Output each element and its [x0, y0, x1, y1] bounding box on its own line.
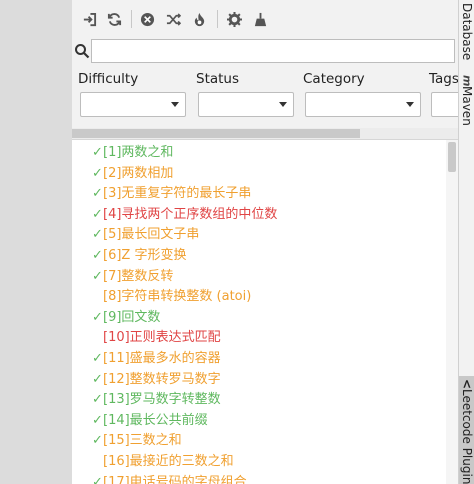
horizontal-scrollbar-thumb[interactable]: [72, 129, 360, 138]
list-item[interactable]: [16]最接近的三数之和: [92, 452, 234, 472]
tab-leetcode[interactable]: < Leetcode Plugin: [459, 376, 474, 484]
chevron-down-icon: [279, 102, 287, 107]
problem-title: [13]罗马数字转整数: [103, 392, 221, 408]
horizontal-scrollbar[interactable]: [72, 128, 458, 139]
problem-title: [11]盛最多水的容器: [103, 351, 221, 366]
problem-list: ✓[1]两数之和 ✓[2]两数相加 ✓[3]无重复字符的最长子串 ✓[4]寻找两个正序…: [72, 140, 444, 484]
check-icon: ✓: [92, 392, 103, 408]
list-item[interactable]: ✓[3]无重复字符的最长子串: [92, 184, 251, 204]
problem-title: [12]整数转罗马数字: [103, 371, 221, 387]
fire-icon[interactable]: [188, 8, 210, 30]
toolbar: [72, 0, 458, 38]
shuffle-icon[interactable]: [162, 8, 184, 30]
list-item[interactable]: [10]正则表达式匹配: [92, 328, 221, 348]
chevron-icon: <: [460, 379, 474, 390]
check-icon: ✓: [92, 412, 103, 428]
check-icon: ✓: [92, 268, 103, 284]
check-icon: ✓: [92, 433, 103, 449]
problem-list-area: ✓[1]两数之和 ✓[2]两数相加 ✓[3]无重复字符的最长子串 ✓[4]寻找两个正序…: [72, 139, 458, 484]
tags-select[interactable]: [431, 92, 458, 117]
tool-window-strip: Database m Maven < Leetcode Plugin: [458, 0, 474, 484]
list-item[interactable]: ✓[12]整数转罗马数字: [92, 370, 221, 390]
check-icon: ✓: [92, 227, 103, 243]
list-item[interactable]: [8]字符串转换整数 (atoi): [92, 287, 251, 307]
category-label: Category: [303, 71, 365, 87]
search-icon: [74, 43, 90, 59]
leetcode-panel: Difficulty Status Category Tags ✓[1]两数之和…: [72, 0, 458, 484]
login-icon[interactable]: [78, 8, 100, 30]
list-item[interactable]: ✓[2]两数相加: [92, 164, 173, 184]
problem-title: [6]Z 字形变换: [103, 248, 187, 263]
tab-maven[interactable]: m Maven: [459, 72, 474, 132]
problem-title: [3]无重复字符的最长子串: [103, 186, 252, 202]
check-icon: ✓: [92, 474, 103, 484]
tab-leetcode-label: Leetcode Plugin: [460, 389, 474, 484]
status-label: Status: [196, 71, 240, 87]
list-item[interactable]: ✓[11]盛最多水的容器: [92, 349, 221, 369]
list-item[interactable]: ✓[5]最长回文子串: [92, 225, 199, 245]
difficulty-label: Difficulty: [78, 71, 139, 87]
check-icon: ✓: [92, 248, 103, 263]
problem-title: [10]正则表达式匹配: [103, 330, 221, 346]
check-icon: ✓: [92, 371, 103, 387]
problem-title: [5]最长回文子串: [103, 227, 200, 243]
list-item[interactable]: ✓[1]两数之和: [92, 143, 173, 163]
problem-title: [16]最接近的三数之和: [103, 454, 234, 469]
list-item[interactable]: ✓[15]三数之和: [92, 431, 182, 451]
refresh-icon[interactable]: [103, 8, 125, 30]
problem-title: [8]字符串转换整数 (atoi): [103, 289, 252, 305]
problem-title: [9]回文数: [103, 309, 161, 325]
tab-maven-label: Maven: [460, 86, 474, 127]
check-icon: ✓: [92, 165, 103, 181]
maven-icon: m: [460, 75, 474, 87]
check-icon: ✓: [92, 309, 103, 325]
list-item[interactable]: ✓[13]罗马数字转整数: [92, 390, 221, 410]
chevron-down-icon: [171, 102, 179, 107]
status-select[interactable]: [198, 92, 294, 117]
list-item[interactable]: ✓[4]寻找两个正序数组的中位数: [92, 205, 277, 225]
problem-title: [7]整数反转: [103, 268, 174, 284]
tags-label: Tags: [429, 71, 458, 87]
problem-title: [2]两数相加: [103, 165, 174, 181]
list-item[interactable]: ✓[7]整数反转: [92, 267, 173, 287]
category-select[interactable]: [305, 92, 421, 117]
difficulty-select[interactable]: [80, 92, 186, 117]
broom-icon[interactable]: [249, 8, 271, 30]
problem-title: [15]三数之和: [103, 433, 182, 449]
vertical-scrollbar[interactable]: [446, 140, 458, 484]
tab-database-label: Database: [460, 3, 474, 61]
search-input[interactable]: [91, 39, 455, 63]
list-item[interactable]: ✓[14]最长公共前缀: [92, 411, 208, 431]
problem-title: [17]电话号码的字母组合: [103, 474, 247, 484]
clear-icon[interactable]: [136, 8, 158, 30]
tab-database[interactable]: Database: [459, 0, 474, 60]
editor-gutter: [0, 0, 72, 484]
vertical-scrollbar-thumb[interactable]: [448, 142, 456, 172]
problem-title: [4]寻找两个正序数组的中位数: [103, 206, 278, 222]
check-icon: ✓: [92, 186, 103, 202]
search-row: [72, 38, 458, 66]
problem-title: [14]最长公共前缀: [103, 412, 208, 428]
problem-title: [1]两数之和: [103, 145, 174, 160]
check-icon: ✓: [92, 145, 103, 160]
list-item[interactable]: ✓[9]回文数: [92, 308, 160, 328]
toolbar-separator: [131, 10, 132, 28]
chevron-down-icon: [406, 102, 414, 107]
list-item[interactable]: ✓[17]电话号码的字母组合: [92, 473, 247, 484]
toolbar-separator: [217, 10, 218, 28]
check-icon: ✓: [92, 351, 103, 366]
list-item[interactable]: ✓[6]Z 字形变换: [92, 246, 186, 266]
gear-icon[interactable]: [223, 8, 245, 30]
check-icon: ✓: [92, 206, 103, 222]
filter-row: Difficulty Status Category Tags: [72, 68, 458, 124]
